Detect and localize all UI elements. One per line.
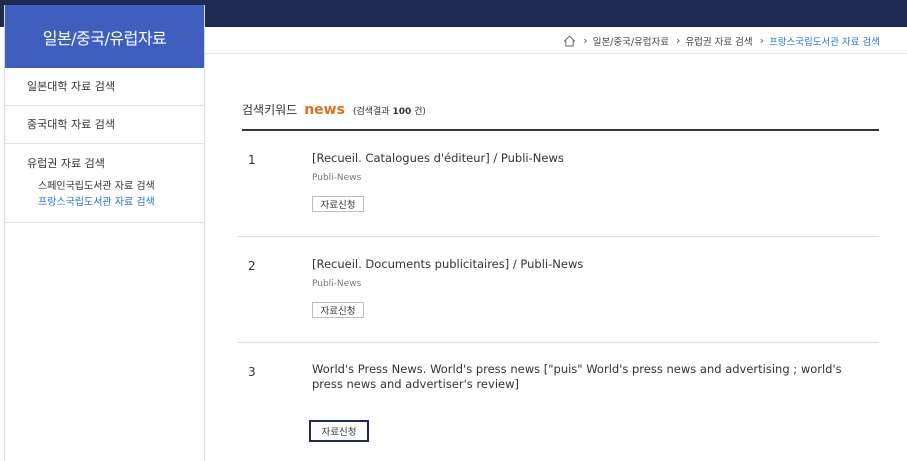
breadcrumb-item[interactable]: 일본/중국/유럽자료 (593, 34, 669, 48)
sidebar-group-europe: 유럽권 자료 검색 스페인국립도서관 자료 검색 프랑스국립도서관 자료 검색 (5, 144, 204, 223)
keyword-value: news (304, 102, 345, 118)
result-count-prefix: (검색결과 (352, 107, 390, 117)
chevron-right-icon: › (676, 34, 681, 47)
result-item: 2 [Recueil. Documents publicitaires] / P… (238, 237, 879, 343)
sidebar-item-china[interactable]: 중국대학 자료 검색 (5, 106, 204, 144)
sidebar-item-europe[interactable]: 유럽권 자료 검색 (27, 155, 204, 171)
sidebar-item-japan[interactable]: 일본대학 자료 검색 (5, 68, 204, 106)
request-button[interactable]: 자료신청 (309, 420, 369, 442)
home-icon[interactable] (563, 35, 576, 47)
result-count: (검색결과 100 건) (353, 104, 426, 117)
result-title[interactable]: [Recueil. Catalogues d'éditeur] / Publi-… (312, 151, 852, 166)
result-subtitle: Publi-News (312, 279, 362, 289)
keyword-label: 검색키워드 (242, 103, 298, 117)
chevron-right-icon: › (583, 34, 588, 47)
result-count-value: 100 (392, 107, 412, 117)
sidebar-title: 일본/중국/유럽자료 (5, 5, 204, 68)
result-item: 3 World's Press News. World's press news… (238, 343, 879, 461)
result-count-suffix: 건) (414, 107, 426, 117)
result-number: 3 (248, 365, 256, 379)
breadcrumb-bar: › 일본/중국/유럽자료 › 유럽권 자료 검색 › 프랑스국립도서관 자료 검… (205, 27, 907, 54)
result-title[interactable]: World's Press News. World's press news [… (312, 362, 852, 392)
breadcrumb-item[interactable]: 유럽권 자료 검색 (685, 34, 752, 48)
sidebar: 일본/중국/유럽자료 일본대학 자료 검색 중국대학 자료 검색 유럽권 자료 … (4, 5, 205, 461)
result-number: 2 (248, 259, 256, 273)
sidebar-subitem-france[interactable]: 프랑스국립도서관 자료 검색 (27, 195, 204, 211)
result-subtitle: Publi-News (312, 173, 362, 183)
search-summary: 검색키워드 news (검색결과 100 건) (242, 101, 879, 131)
result-number: 1 (248, 153, 256, 167)
request-button[interactable]: 자료신청 (312, 196, 364, 212)
sidebar-subitem-spain[interactable]: 스페인국립도서관 자료 검색 (27, 179, 204, 195)
breadcrumb: › 일본/중국/유럽자료 › 유럽권 자료 검색 › 프랑스국립도서관 자료 검… (563, 27, 880, 54)
breadcrumb-current: 프랑스국립도서관 자료 검색 (769, 36, 880, 48)
result-item: 1 [Recueil. Catalogues d'éditeur] / Publ… (238, 131, 879, 237)
result-title[interactable]: [Recueil. Documents publicitaires] / Pub… (312, 257, 852, 272)
request-button[interactable]: 자료신청 (312, 302, 364, 318)
chevron-right-icon: › (759, 34, 765, 47)
